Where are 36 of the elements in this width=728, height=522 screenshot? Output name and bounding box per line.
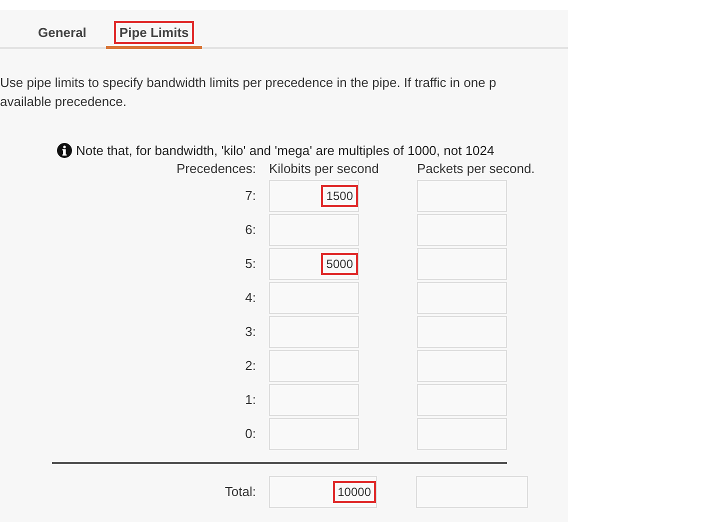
description-text: Use pipe limits to specify bandwidth limits per precedence in the pipe. If traffic in one p xyxy=(0,74,498,92)
precedence-label: 2: xyxy=(244,357,256,375)
column-header: Kilobits per second xyxy=(269,160,379,178)
pps-field[interactable] xyxy=(417,248,507,280)
precedence-label: 7: xyxy=(244,187,256,205)
total-label: Total: xyxy=(224,483,256,501)
tab[interactable]: Pipe Limits xyxy=(106,19,202,49)
kbps-field[interactable]: 5000 xyxy=(269,248,359,280)
column-header: Packets per second. xyxy=(417,160,535,178)
pps-field[interactable] xyxy=(417,384,507,416)
pps-field[interactable] xyxy=(417,350,507,382)
pps-field[interactable] xyxy=(417,418,507,450)
column-header: Precedences: xyxy=(176,160,256,178)
kbps-field[interactable] xyxy=(269,282,359,314)
precedence-label: 0: xyxy=(244,425,256,443)
total-kbps-field[interactable]: 10000 xyxy=(269,476,377,508)
kbps-field[interactable] xyxy=(269,418,359,450)
pps-field[interactable] xyxy=(417,214,507,246)
description-text: available precedence. xyxy=(0,93,128,111)
pps-field[interactable] xyxy=(417,316,507,348)
tab[interactable]: General xyxy=(26,19,98,49)
precedence-label: 3: xyxy=(244,323,256,341)
precedence-label: 4: xyxy=(244,289,256,307)
kbps-field[interactable] xyxy=(269,384,359,416)
precedence-label: 5: xyxy=(244,255,256,273)
total-pps-field[interactable] xyxy=(416,476,528,508)
info-icon xyxy=(57,143,72,158)
note-text: Note that, for bandwidth, 'kilo' and 'mega' are multiples of 1000, not 1024 xyxy=(76,143,494,158)
kbps-field[interactable]: 1500 xyxy=(269,180,359,212)
pps-field[interactable] xyxy=(417,180,507,212)
kbps-field[interactable] xyxy=(269,214,359,246)
kbps-field[interactable] xyxy=(269,316,359,348)
kbps-field[interactable] xyxy=(269,350,359,382)
pps-field[interactable] xyxy=(417,282,507,314)
precedence-label: 1: xyxy=(244,391,256,409)
precedence-label: 6: xyxy=(244,221,256,239)
